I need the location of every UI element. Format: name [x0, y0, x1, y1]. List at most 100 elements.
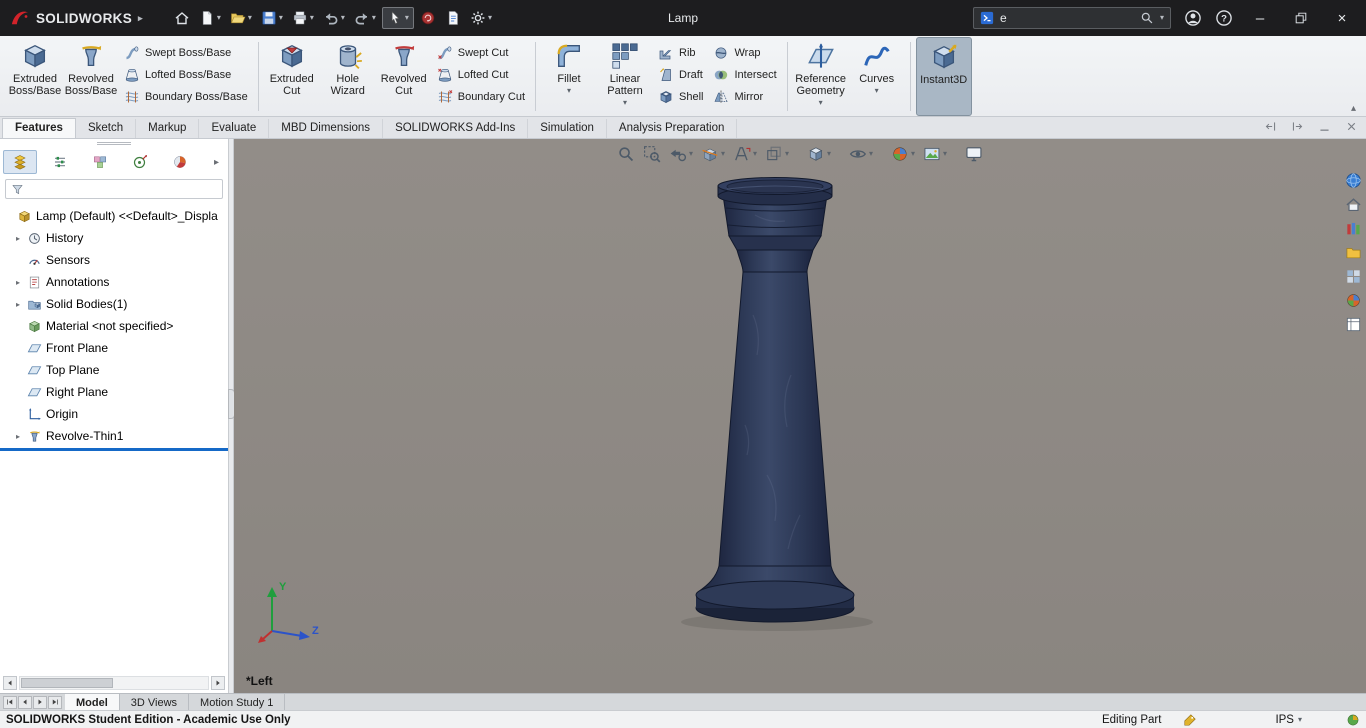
- tree-item-lamp-default-default-displa[interactable]: Lamp (Default) <<Default>_Displa: [0, 205, 228, 227]
- restore-button[interactable]: [1287, 11, 1315, 25]
- rollback-bar[interactable]: [0, 448, 228, 451]
- select-cursor-button[interactable]: ▾: [381, 7, 414, 29]
- units-dropdown-icon[interactable]: ▾: [1298, 715, 1302, 724]
- search-input[interactable]: e: [1000, 11, 1134, 25]
- undo-button[interactable]: ▾: [320, 7, 348, 29]
- custom-properties-tab[interactable]: [1343, 314, 1364, 335]
- configurationmanager-tab[interactable]: [83, 150, 117, 174]
- intersect-button[interactable]: Intersect: [708, 66, 781, 83]
- nav-first-button[interactable]: [3, 695, 17, 709]
- display-style-button[interactable]: ▾: [805, 143, 833, 165]
- dock-right-icon[interactable]: [1291, 120, 1304, 133]
- edit-appearance-dropdown-icon[interactable]: ▾: [911, 150, 915, 158]
- search-icon[interactable]: [1140, 11, 1154, 25]
- print-button[interactable]: ▾: [289, 7, 317, 29]
- tree-item-right-plane[interactable]: Right Plane: [0, 381, 228, 403]
- open-dropdown-icon[interactable]: ▾: [248, 14, 252, 22]
- linear-pattern-button[interactable]: Linear Pattern ▾: [597, 37, 653, 116]
- hole-wizard-button[interactable]: Hole Wizard: [320, 37, 376, 116]
- tree-item-sensors[interactable]: Sensors: [0, 249, 228, 271]
- fillet-button[interactable]: Fillet ▾: [541, 37, 597, 116]
- tree-item-material-not-specified[interactable]: Material <not specified>: [0, 315, 228, 337]
- dimxpertmanager-tab[interactable]: [123, 150, 157, 174]
- tab-solidworks-add-ins[interactable]: SOLIDWORKS Add-Ins: [383, 119, 529, 138]
- redo-button[interactable]: ▾: [351, 7, 379, 29]
- draft-button[interactable]: Draft: [653, 66, 708, 83]
- section-view-dropdown-icon[interactable]: ▾: [721, 150, 725, 158]
- boundary-boss-base-button[interactable]: Boundary Boss/Base: [119, 88, 253, 105]
- nav-next-button[interactable]: [33, 695, 47, 709]
- lamp-model[interactable]: [595, 175, 955, 648]
- dropdown-icon[interactable]: ▾: [875, 87, 879, 95]
- panel-grip[interactable]: [0, 139, 228, 148]
- doc-tab-model[interactable]: Model: [65, 694, 120, 710]
- tab-sketch[interactable]: Sketch: [76, 119, 137, 138]
- doc-tab-motion-study-1[interactable]: Motion Study 1: [189, 694, 286, 710]
- scroll-right-icon[interactable]: [211, 675, 225, 690]
- swept-boss-base-button[interactable]: Swept Boss/Base: [119, 44, 253, 61]
- appearances-tab[interactable]: [1343, 290, 1364, 311]
- hide-show-items-dropdown-icon[interactable]: ▾: [869, 150, 873, 158]
- annotation-views-button[interactable]: ▾: [731, 143, 759, 165]
- tree-item-solid-bodies-1[interactable]: ▸ Solid Bodies(1): [0, 293, 228, 315]
- view-orientation-dropdown-icon[interactable]: ▾: [785, 150, 789, 158]
- boundary-cut-button[interactable]: Boundary Cut: [432, 88, 530, 105]
- open-button[interactable]: ▾: [227, 7, 255, 29]
- revolved-cut-button[interactable]: Revolved Cut: [376, 37, 432, 116]
- options-gear-dropdown-icon[interactable]: ▾: [488, 14, 492, 22]
- undo-dropdown-icon[interactable]: ▾: [341, 14, 345, 22]
- doc-tab-3d-views[interactable]: 3D Views: [120, 694, 190, 710]
- tree-filter[interactable]: [5, 179, 223, 199]
- close-panel-icon[interactable]: [1345, 120, 1358, 133]
- viewport-canvas[interactable]: ▾ ▾ ▾ ▾ ▾ ▾ ▾ ▾ Y Z *Left: [234, 139, 1366, 693]
- curves-button[interactable]: Curves ▾: [849, 37, 905, 116]
- display-style-dropdown-icon[interactable]: ▾: [827, 150, 831, 158]
- propertymanager-tab[interactable]: [43, 150, 77, 174]
- units-selector[interactable]: IPS ▾: [1275, 714, 1302, 726]
- revolved-boss-base-button[interactable]: Revolved Boss/Base: [63, 37, 119, 116]
- solidworks-brand[interactable]: SOLIDWORKS ▸: [10, 8, 143, 28]
- status-ball-icon[interactable]: [1346, 713, 1360, 727]
- scrollbar-thumb[interactable]: [21, 677, 113, 688]
- tab-evaluate[interactable]: Evaluate: [199, 119, 270, 138]
- tab-analysis-preparation[interactable]: Analysis Preparation: [607, 119, 738, 138]
- help-icon[interactable]: ?: [1215, 9, 1233, 27]
- annotation-views-dropdown-icon[interactable]: ▾: [753, 150, 757, 158]
- file-properties-button[interactable]: [442, 7, 464, 29]
- tree-item-front-plane[interactable]: Front Plane: [0, 337, 228, 359]
- section-view-button[interactable]: ▾: [699, 143, 727, 165]
- tree-item-revolve-thin1[interactable]: ▸ Revolve-Thin1: [0, 425, 228, 447]
- edit-appearance-button[interactable]: ▾: [889, 143, 917, 165]
- view-orientation-button[interactable]: ▾: [763, 143, 791, 165]
- dropdown-icon[interactable]: ▾: [567, 87, 571, 95]
- shell-button[interactable]: Shell: [653, 88, 708, 105]
- tree-item-top-plane[interactable]: Top Plane: [0, 359, 228, 381]
- options-gear-button[interactable]: ▾: [467, 7, 495, 29]
- panel-horizontal-scrollbar[interactable]: [3, 675, 225, 690]
- tree-item-annotations[interactable]: ▸ Annotations: [0, 271, 228, 293]
- instant3d-button[interactable]: Instant3D: [915, 37, 972, 116]
- panel-expand-icon[interactable]: ▸: [214, 157, 225, 168]
- home-pane-tab[interactable]: [1343, 194, 1364, 215]
- swept-cut-button[interactable]: Swept Cut: [432, 44, 530, 61]
- view-settings-button[interactable]: [963, 143, 985, 165]
- extruded-boss-base-button[interactable]: Extruded Boss/Base: [7, 37, 63, 116]
- extruded-cut-button[interactable]: Extruded Cut: [264, 37, 320, 116]
- apply-scene-button[interactable]: ▾: [921, 143, 949, 165]
- tree-item-history[interactable]: ▸ History: [0, 227, 228, 249]
- hide-show-items-button[interactable]: ▾: [847, 143, 875, 165]
- select-cursor-dropdown-icon[interactable]: ▾: [405, 14, 409, 22]
- dock-left-icon[interactable]: [1264, 120, 1277, 133]
- tag-icon[interactable]: [1183, 713, 1197, 727]
- save-dropdown-icon[interactable]: ▾: [279, 14, 283, 22]
- tree-item-origin[interactable]: Origin: [0, 403, 228, 425]
- mirror-button[interactable]: Mirror: [708, 88, 781, 105]
- account-icon[interactable]: [1184, 9, 1202, 27]
- dropdown-icon[interactable]: ▾: [623, 99, 627, 107]
- lofted-boss-base-button[interactable]: Lofted Boss/Base: [119, 66, 253, 83]
- tab-simulation[interactable]: Simulation: [528, 119, 607, 138]
- navigation-sphere-tab[interactable]: [1343, 170, 1364, 191]
- wrap-button[interactable]: Wrap: [708, 44, 781, 61]
- rib-button[interactable]: Rib: [653, 44, 708, 61]
- nav-last-button[interactable]: [48, 695, 62, 709]
